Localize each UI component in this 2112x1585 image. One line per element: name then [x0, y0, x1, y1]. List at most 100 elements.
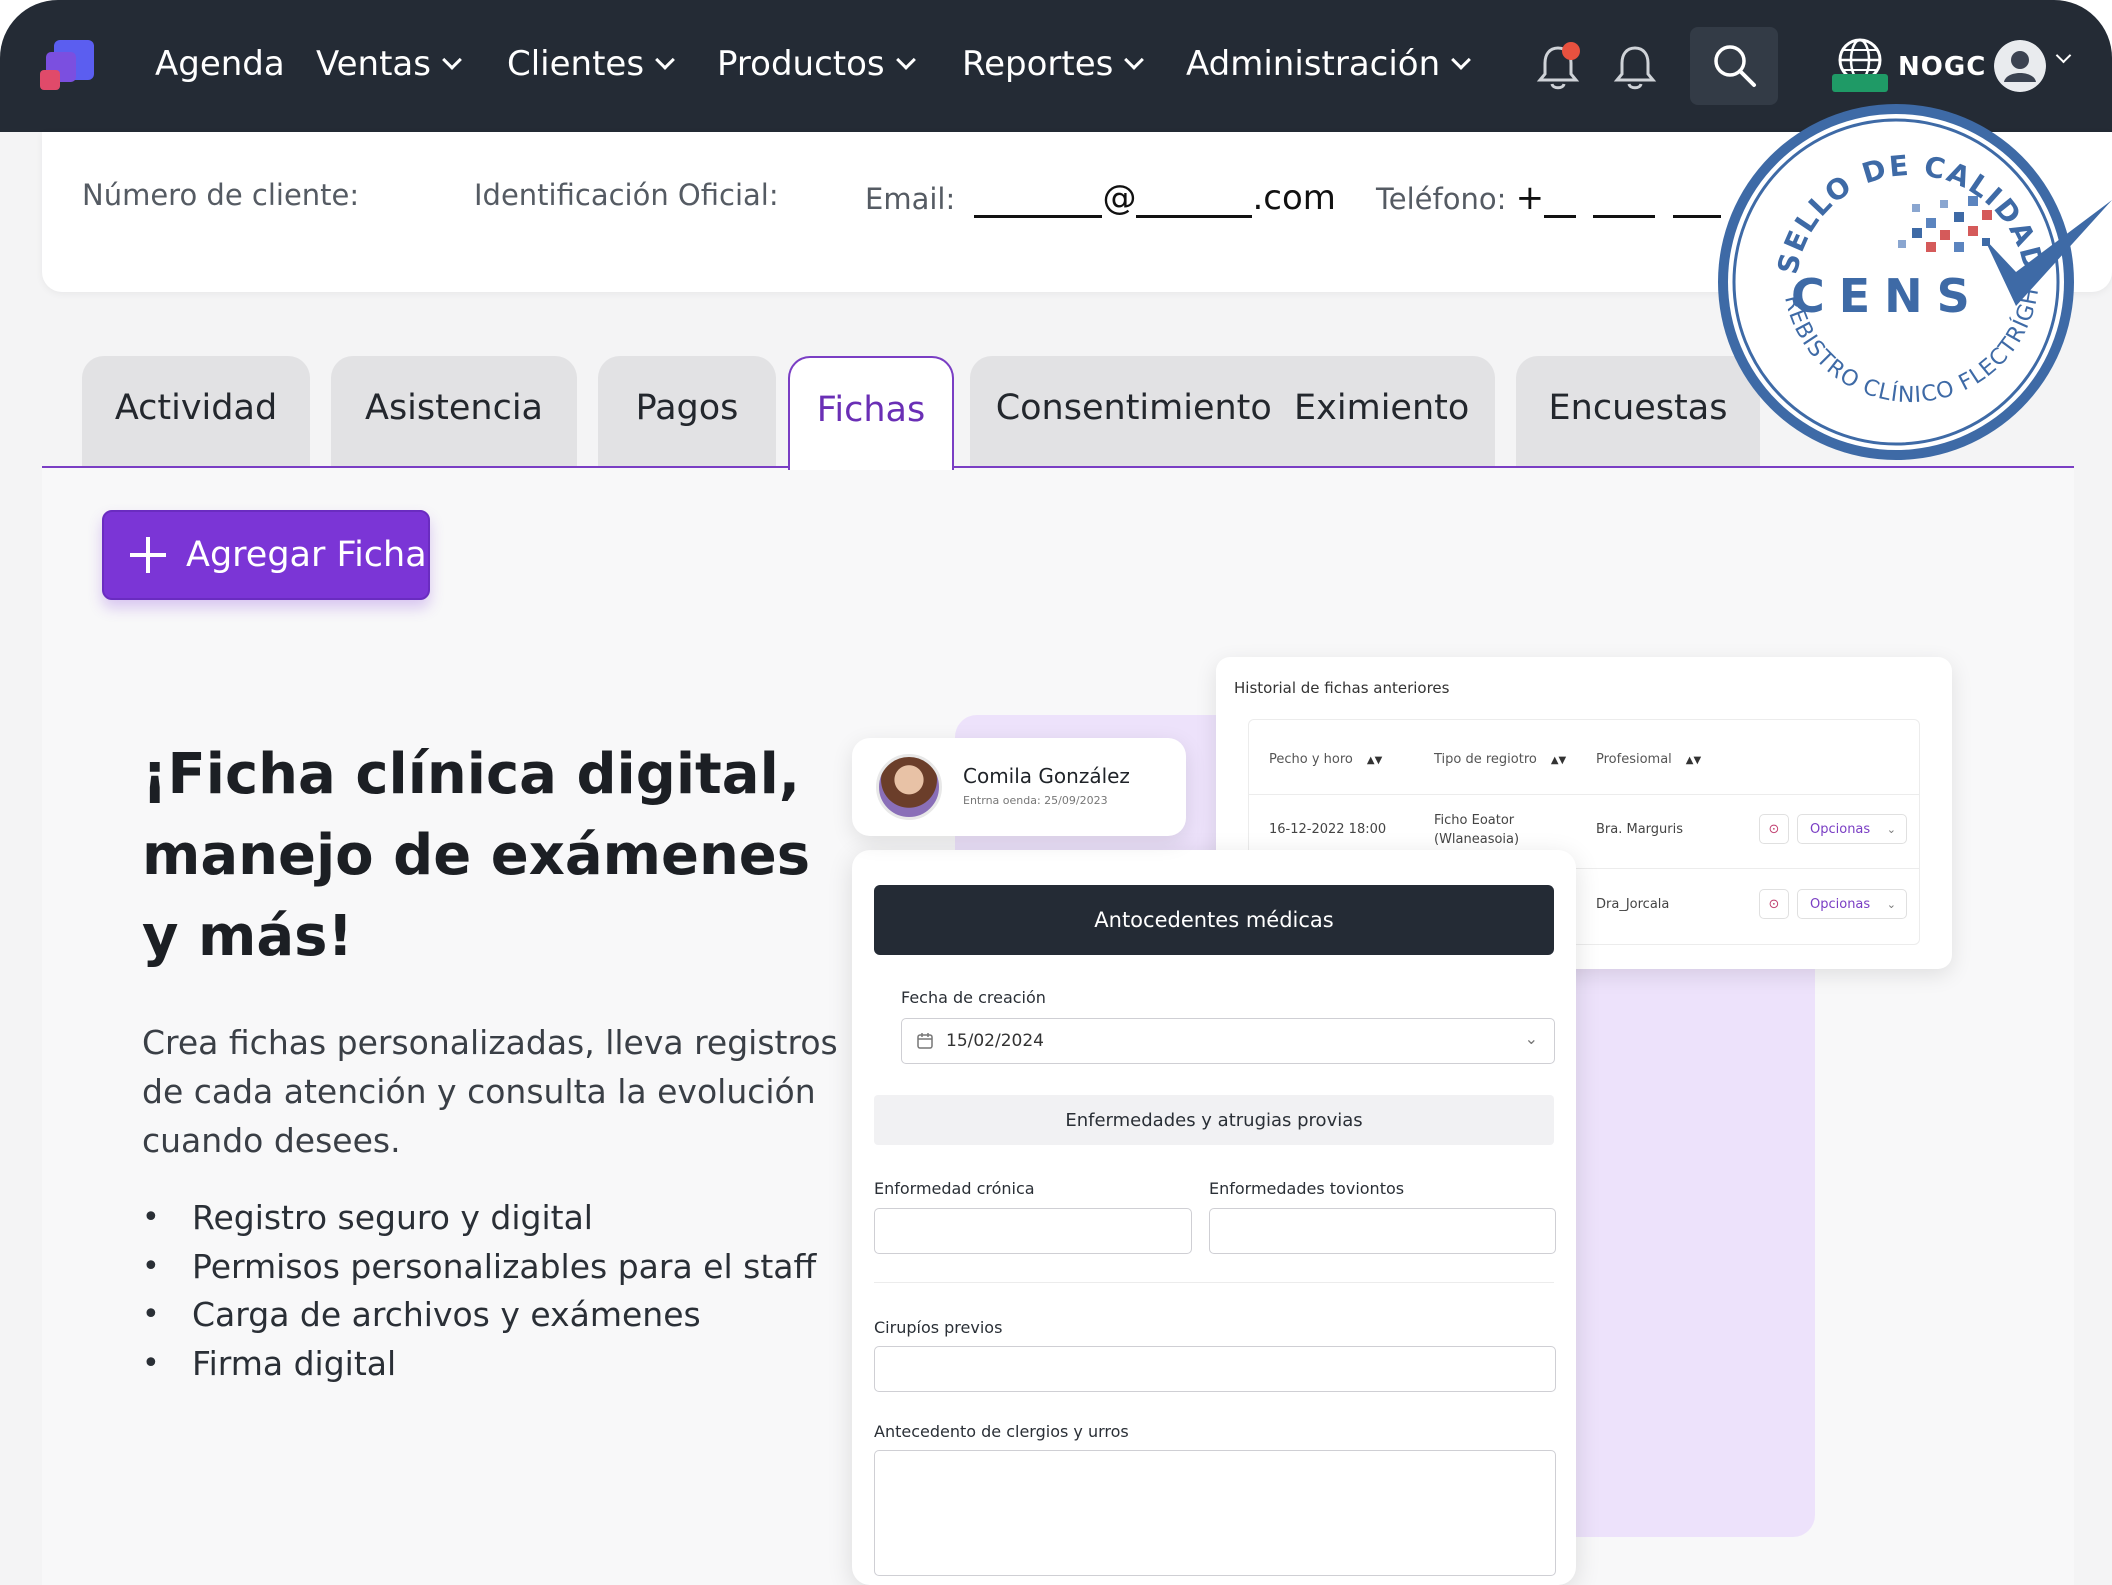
search-button[interactable]	[1690, 27, 1778, 105]
quality-seal: SELLO DE CALIDAD REBISTRO CLÍNICO FLECTR…	[1716, 100, 2112, 460]
medical-form-card: Antocedentes médicas Fecha de creación 1…	[852, 850, 1576, 1585]
column-header-label: Tipo de regiotro	[1434, 752, 1537, 767]
nav-agenda[interactable]: Agenda	[155, 44, 285, 84]
tab-label: Pagos	[635, 388, 739, 428]
feature-list: Registro seguro y digital Permisos perso…	[142, 1194, 816, 1388]
chronic-disease-input[interactable]	[874, 1208, 1192, 1254]
nav-clientes-label: Clientes	[507, 44, 645, 84]
nav-ventas[interactable]: Ventas	[316, 44, 462, 84]
nav-reportes-label: Reportes	[962, 44, 1114, 84]
official-id-label: Identificación Oficial:	[474, 178, 779, 212]
row-date: 16-12-2022 18:00	[1269, 822, 1387, 837]
chevron-down-icon	[1451, 50, 1472, 70]
date-field[interactable]: 15/02/2024 ⌄	[901, 1018, 1555, 1064]
date-label: Fecha de creación	[901, 988, 1046, 1007]
notification-dot	[1562, 42, 1580, 60]
row-action-icon[interactable]: ⊙	[1759, 889, 1789, 919]
row-divider	[1249, 794, 1919, 795]
app-logo[interactable]	[40, 40, 94, 94]
email-label-text: Email:	[865, 182, 956, 216]
email-label: Email: @ .com	[865, 178, 1336, 218]
phone-label: Teléfono: +	[1376, 178, 1764, 218]
feature-item: Carga de archivos y exámenes	[142, 1291, 816, 1340]
patient-avatar	[876, 754, 942, 820]
row-action-icon[interactable]: ⊙	[1759, 814, 1789, 844]
nav-administracion-label: Administración	[1186, 44, 1441, 84]
add-ficha-label: Agregar Ficha	[186, 535, 427, 575]
phone-blank[interactable]	[1672, 190, 1721, 218]
user-avatar[interactable]	[1994, 40, 2046, 92]
chevron-down-icon	[442, 50, 462, 70]
sort-icon: ▲▼	[1366, 755, 1383, 766]
phone-blank[interactable]	[1544, 190, 1577, 218]
row-options-label: Opcionas	[1810, 821, 1871, 837]
tab-label: Consentimiento Eximiento	[995, 388, 1470, 428]
email-domain-suffix: .com	[1252, 178, 1336, 218]
chevron-down-icon	[895, 50, 916, 70]
date-value: 15/02/2024	[946, 1031, 1044, 1051]
nav-agenda-label: Agenda	[155, 44, 285, 84]
row-type: Ficho Eoator	[1434, 813, 1515, 828]
chevron-down-icon	[1124, 50, 1145, 70]
patient-card[interactable]: Comila González Entrna oenda: 25/09/2023	[852, 738, 1186, 836]
recent-label: Enformedades toviontos	[1209, 1179, 1405, 1198]
email-domain-blank[interactable]	[1136, 190, 1253, 218]
history-title: Historial de fichas anteriores	[1234, 679, 1450, 697]
calendar-icon	[917, 1033, 933, 1049]
sort-icon: ▲▼	[1685, 755, 1702, 766]
form-header: Antocedentes médicas	[874, 885, 1554, 955]
form-divider	[874, 1282, 1554, 1283]
chevron-down-icon: ⌄	[1886, 822, 1896, 836]
tab-actividad[interactable]: Actividad	[82, 356, 310, 468]
chevron-down-icon: ⌄	[1886, 897, 1896, 911]
tab-label: Fichas	[816, 390, 926, 430]
language-flag-tag	[1832, 74, 1888, 92]
nav-clientes[interactable]: Clientes	[507, 44, 675, 84]
tab-label: Encuestas	[1548, 388, 1728, 428]
tab-pagos[interactable]: Pagos	[598, 356, 776, 468]
surgeries-input[interactable]	[874, 1346, 1556, 1392]
email-user-blank[interactable]	[974, 190, 1103, 218]
hero-title: ¡Ficha clínica digital, manejo de exámen…	[142, 742, 811, 969]
background-textarea[interactable]	[874, 1450, 1556, 1576]
app-frame: Agenda Ventas Clientes Productos Reporte…	[0, 0, 2112, 1585]
section-header: Enfermedades y atrugias provias	[874, 1095, 1554, 1145]
column-header[interactable]: Pecho y horo ▲▼	[1269, 752, 1382, 767]
language-code[interactable]: NOGC	[1898, 52, 1986, 82]
column-header[interactable]: Tipo de regiotro ▲▼	[1434, 752, 1566, 767]
feature-item: Firma digital	[142, 1340, 816, 1389]
add-ficha-button[interactable]: Agregar Ficha	[102, 510, 430, 600]
nav-productos-label: Productos	[717, 44, 885, 84]
phone-blank[interactable]	[1593, 190, 1656, 218]
column-header-label: Profesiomal	[1596, 752, 1672, 767]
sort-icon: ▲▼	[1550, 755, 1567, 766]
column-header[interactable]: Profesiomal ▲▼	[1596, 752, 1701, 767]
chevron-down-icon	[655, 50, 675, 70]
feature-item: Permisos personalizables para el staff	[142, 1243, 816, 1292]
recent-diseases-input[interactable]	[1209, 1208, 1556, 1254]
hero-description: Crea fichas personalizadas, lleva regist…	[142, 1023, 838, 1160]
chronic-label: Enformedad crónica	[874, 1179, 1035, 1198]
phone-prefix: +	[1515, 178, 1545, 218]
tab-label: Asistencia	[365, 388, 543, 428]
nav-administracion[interactable]: Administración	[1186, 44, 1472, 84]
seal-brand: CENS	[1791, 269, 1984, 323]
search-icon	[1714, 45, 1756, 87]
row-professional: Dra_Jorcala	[1596, 897, 1670, 912]
tab-consentimiento-eximiento[interactable]: Consentimiento Eximiento	[970, 356, 1495, 468]
nav-reportes[interactable]: Reportes	[962, 44, 1145, 84]
row-options-dropdown[interactable]: Opcionas ⌄	[1797, 814, 1907, 844]
tab-asistencia[interactable]: Asistencia	[331, 356, 577, 468]
surgeries-label: Cirupíos previos	[874, 1318, 1003, 1337]
patient-name: Comila González	[963, 764, 1130, 788]
nav-productos[interactable]: Productos	[717, 44, 916, 84]
nav-ventas-label: Ventas	[316, 44, 431, 84]
tab-fichas[interactable]: Fichas	[788, 356, 954, 470]
chevron-down-icon[interactable]	[2055, 47, 2072, 64]
plus-icon	[130, 537, 166, 573]
email-at-sign: @	[1102, 178, 1137, 218]
row-options-dropdown[interactable]: Opcionas ⌄	[1797, 889, 1907, 919]
patient-subtitle: Entrna oenda: 25/09/2023	[963, 794, 1108, 807]
bell-icon[interactable]	[1613, 44, 1657, 92]
chevron-down-icon: ⌄	[1524, 1029, 1538, 1048]
